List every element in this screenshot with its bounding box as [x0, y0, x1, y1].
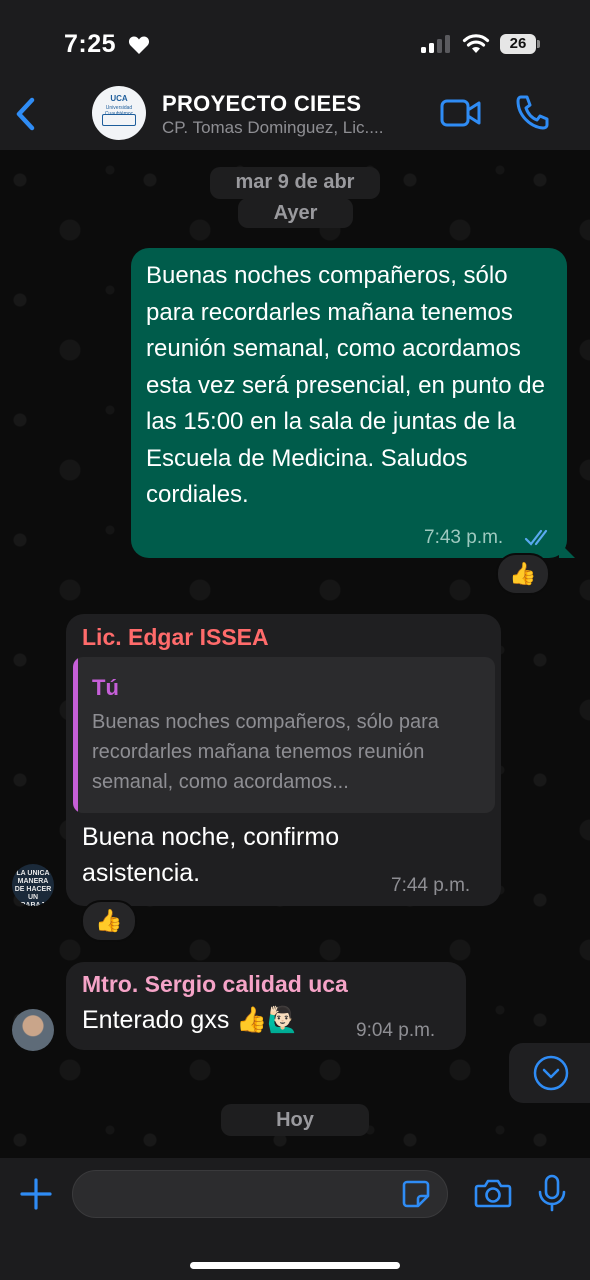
sender-avatar[interactable]	[12, 1009, 54, 1051]
battery-tip	[537, 40, 540, 48]
sender-name[interactable]: Mtro. Sergio calidad uca	[82, 971, 348, 998]
outgoing-message[interactable]: Buenas noches compañeros, sólo para reco…	[131, 248, 575, 558]
date-separator: mar 9 de abr	[210, 167, 380, 199]
microphone-icon[interactable]	[537, 1173, 567, 1213]
day-separator-today: Hoy	[221, 1104, 369, 1136]
message-reaction[interactable]: 👍	[81, 900, 137, 942]
quoted-reply[interactable]: Tú Buenas noches compañeros, sólo para r…	[73, 657, 495, 813]
battery-indicator: 26	[500, 34, 540, 54]
message-text: Enterado gxs 👍🙋🏻‍♂️	[82, 1006, 299, 1034]
status-bar: 7:25 26	[0, 0, 590, 80]
signal-icon	[421, 35, 450, 53]
sender-avatar[interactable]: LA UNICA MANERA DE HACER UN TRABAJO GENI…	[12, 864, 54, 906]
message-time: 7:43 p.m.	[424, 527, 504, 548]
composer-bar	[0, 1158, 590, 1280]
message-text: Buenas noches compañeros, sólo para reco…	[146, 262, 545, 508]
quote-text: Buenas noches compañeros, sólo para reco…	[92, 711, 439, 793]
back-chevron-icon[interactable]	[12, 94, 42, 134]
avatar-quote-text: LA UNICA MANERA DE HACER UN TRABAJO GENI…	[14, 870, 52, 906]
chat-participants[interactable]: CP. Tomas Dominguez, Lic....	[162, 118, 422, 138]
wifi-icon	[462, 34, 490, 53]
plus-icon[interactable]	[18, 1176, 54, 1212]
message-time: 9:04 p.m.	[356, 1020, 436, 1041]
message-input[interactable]	[72, 1170, 448, 1218]
camera-icon[interactable]	[474, 1177, 512, 1209]
message-time: 7:44 p.m.	[391, 875, 471, 896]
home-indicator[interactable]	[190, 1262, 400, 1269]
sticker-icon[interactable]	[401, 1179, 431, 1209]
sender-name[interactable]: Lic. Edgar ISSEA	[82, 624, 269, 651]
quote-author: Tú	[92, 675, 119, 700]
group-avatar[interactable]: UCA Universidad Cuauhtémoc	[92, 86, 146, 140]
scroll-to-bottom-button[interactable]	[509, 1043, 590, 1103]
chat-header: UCA Universidad Cuauhtémoc PROYECTO CIEE…	[0, 80, 590, 150]
heart-icon	[128, 36, 150, 54]
message-text: Buena noche, confirmo asistencia.	[82, 823, 340, 887]
chevron-down-circle-icon	[533, 1055, 569, 1091]
chat-title[interactable]: PROYECTO CIEES	[162, 91, 361, 117]
battery-level: 26	[500, 34, 536, 54]
group-avatar-badge	[102, 114, 136, 126]
incoming-message[interactable]: Lic. Edgar ISSEA Tú Buenas noches compañ…	[66, 614, 501, 906]
voice-call-icon[interactable]	[515, 94, 549, 130]
quote-accent-bar	[73, 657, 78, 813]
double-check-read-icon	[524, 529, 548, 546]
group-avatar-logo-text: UCA	[110, 94, 128, 103]
incoming-message[interactable]: Mtro. Sergio calidad uca Enterado gxs 👍🙋…	[66, 962, 466, 1050]
status-time: 7:25	[64, 30, 117, 58]
day-separator-yesterday: Ayer	[238, 198, 353, 228]
message-reaction[interactable]: 👍	[496, 553, 550, 595]
video-call-icon[interactable]	[440, 98, 482, 128]
